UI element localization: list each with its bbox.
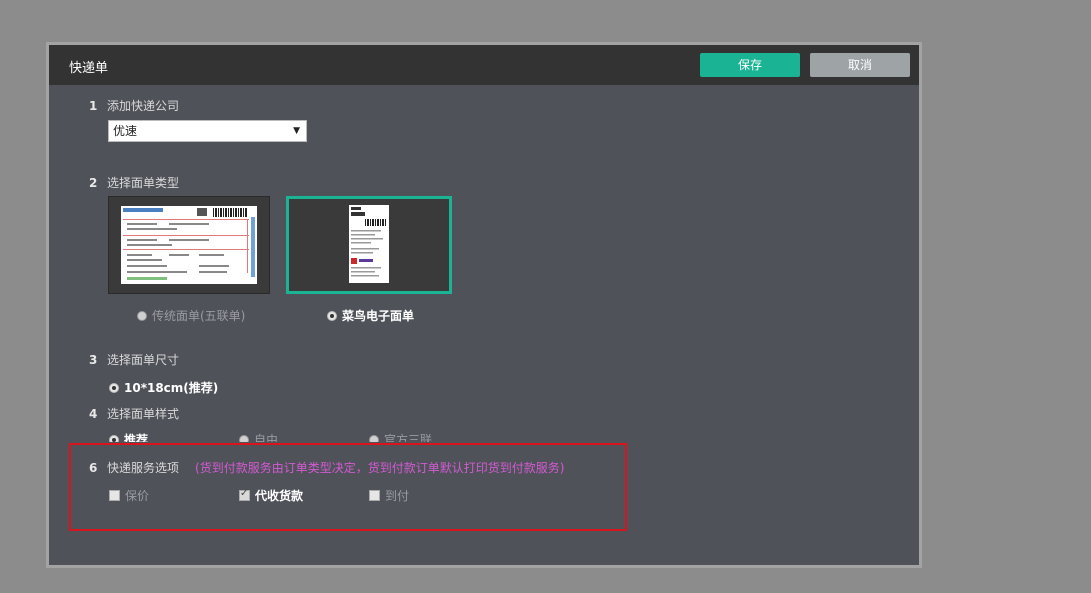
- section-slip-style: 4 选择面单样式: [89, 405, 179, 422]
- courier-select-value: 优速: [113, 124, 138, 138]
- traditional-slip-preview-icon: [121, 206, 257, 284]
- section-label: 选择面单尺寸: [107, 353, 180, 367]
- section-slip-type: 2 选择面单类型: [89, 174, 179, 191]
- section-add-courier: 1 添加快递公司: [89, 97, 179, 114]
- section-label: 选择面单类型: [107, 176, 180, 190]
- cancel-button[interactable]: 取消: [810, 53, 910, 77]
- dialog-title: 快递单: [69, 61, 109, 76]
- option-label: 官方三联: [384, 433, 433, 442]
- section-number: 2: [89, 176, 98, 190]
- slip-type-option-cainiao[interactable]: 菜鸟电子面单: [327, 307, 414, 324]
- radio-icon[interactable]: [137, 311, 147, 321]
- section-number: 4: [89, 407, 98, 421]
- highlight-annotation-box: [69, 443, 627, 531]
- dropdown-arrow-icon: ▼: [293, 126, 300, 136]
- section-label: 选择面单样式: [107, 407, 180, 421]
- dialog-header: 快递单 保存 取消: [49, 45, 919, 85]
- option-label: 自由: [254, 433, 279, 442]
- section-label: 添加快递公司: [107, 99, 180, 113]
- traditional-slip-thumbnail[interactable]: [108, 196, 270, 294]
- section-number: 3: [89, 353, 98, 367]
- section-number: 1: [89, 99, 98, 113]
- option-label: 10*18cm(推荐): [124, 381, 219, 395]
- slip-style-option-free[interactable]: 自由: [239, 431, 278, 442]
- option-label: 传统面单(五联单): [152, 309, 246, 323]
- courier-select[interactable]: 优速 ▼: [108, 120, 307, 142]
- radio-icon[interactable]: [327, 311, 337, 321]
- radio-icon[interactable]: [239, 435, 249, 442]
- radio-icon[interactable]: [109, 383, 119, 393]
- radio-icon[interactable]: [109, 435, 119, 442]
- slip-style-options-clip: 推荐 自由 官方三联: [49, 430, 649, 442]
- radio-icon[interactable]: [369, 435, 379, 442]
- save-button[interactable]: 保存: [700, 53, 800, 77]
- cainiao-slip-preview-icon: [349, 205, 389, 283]
- option-label: 推荐: [124, 433, 149, 442]
- slip-style-option-recommended[interactable]: 推荐: [109, 431, 148, 442]
- slip-style-option-official[interactable]: 官方三联: [369, 431, 432, 442]
- cainiao-slip-thumbnail[interactable]: [286, 196, 452, 294]
- slip-type-option-traditional[interactable]: 传统面单(五联单): [137, 307, 245, 324]
- section-slip-size: 3 选择面单尺寸: [89, 351, 179, 368]
- slip-size-option[interactable]: 10*18cm(推荐): [109, 379, 218, 396]
- option-label: 菜鸟电子面单: [342, 309, 415, 323]
